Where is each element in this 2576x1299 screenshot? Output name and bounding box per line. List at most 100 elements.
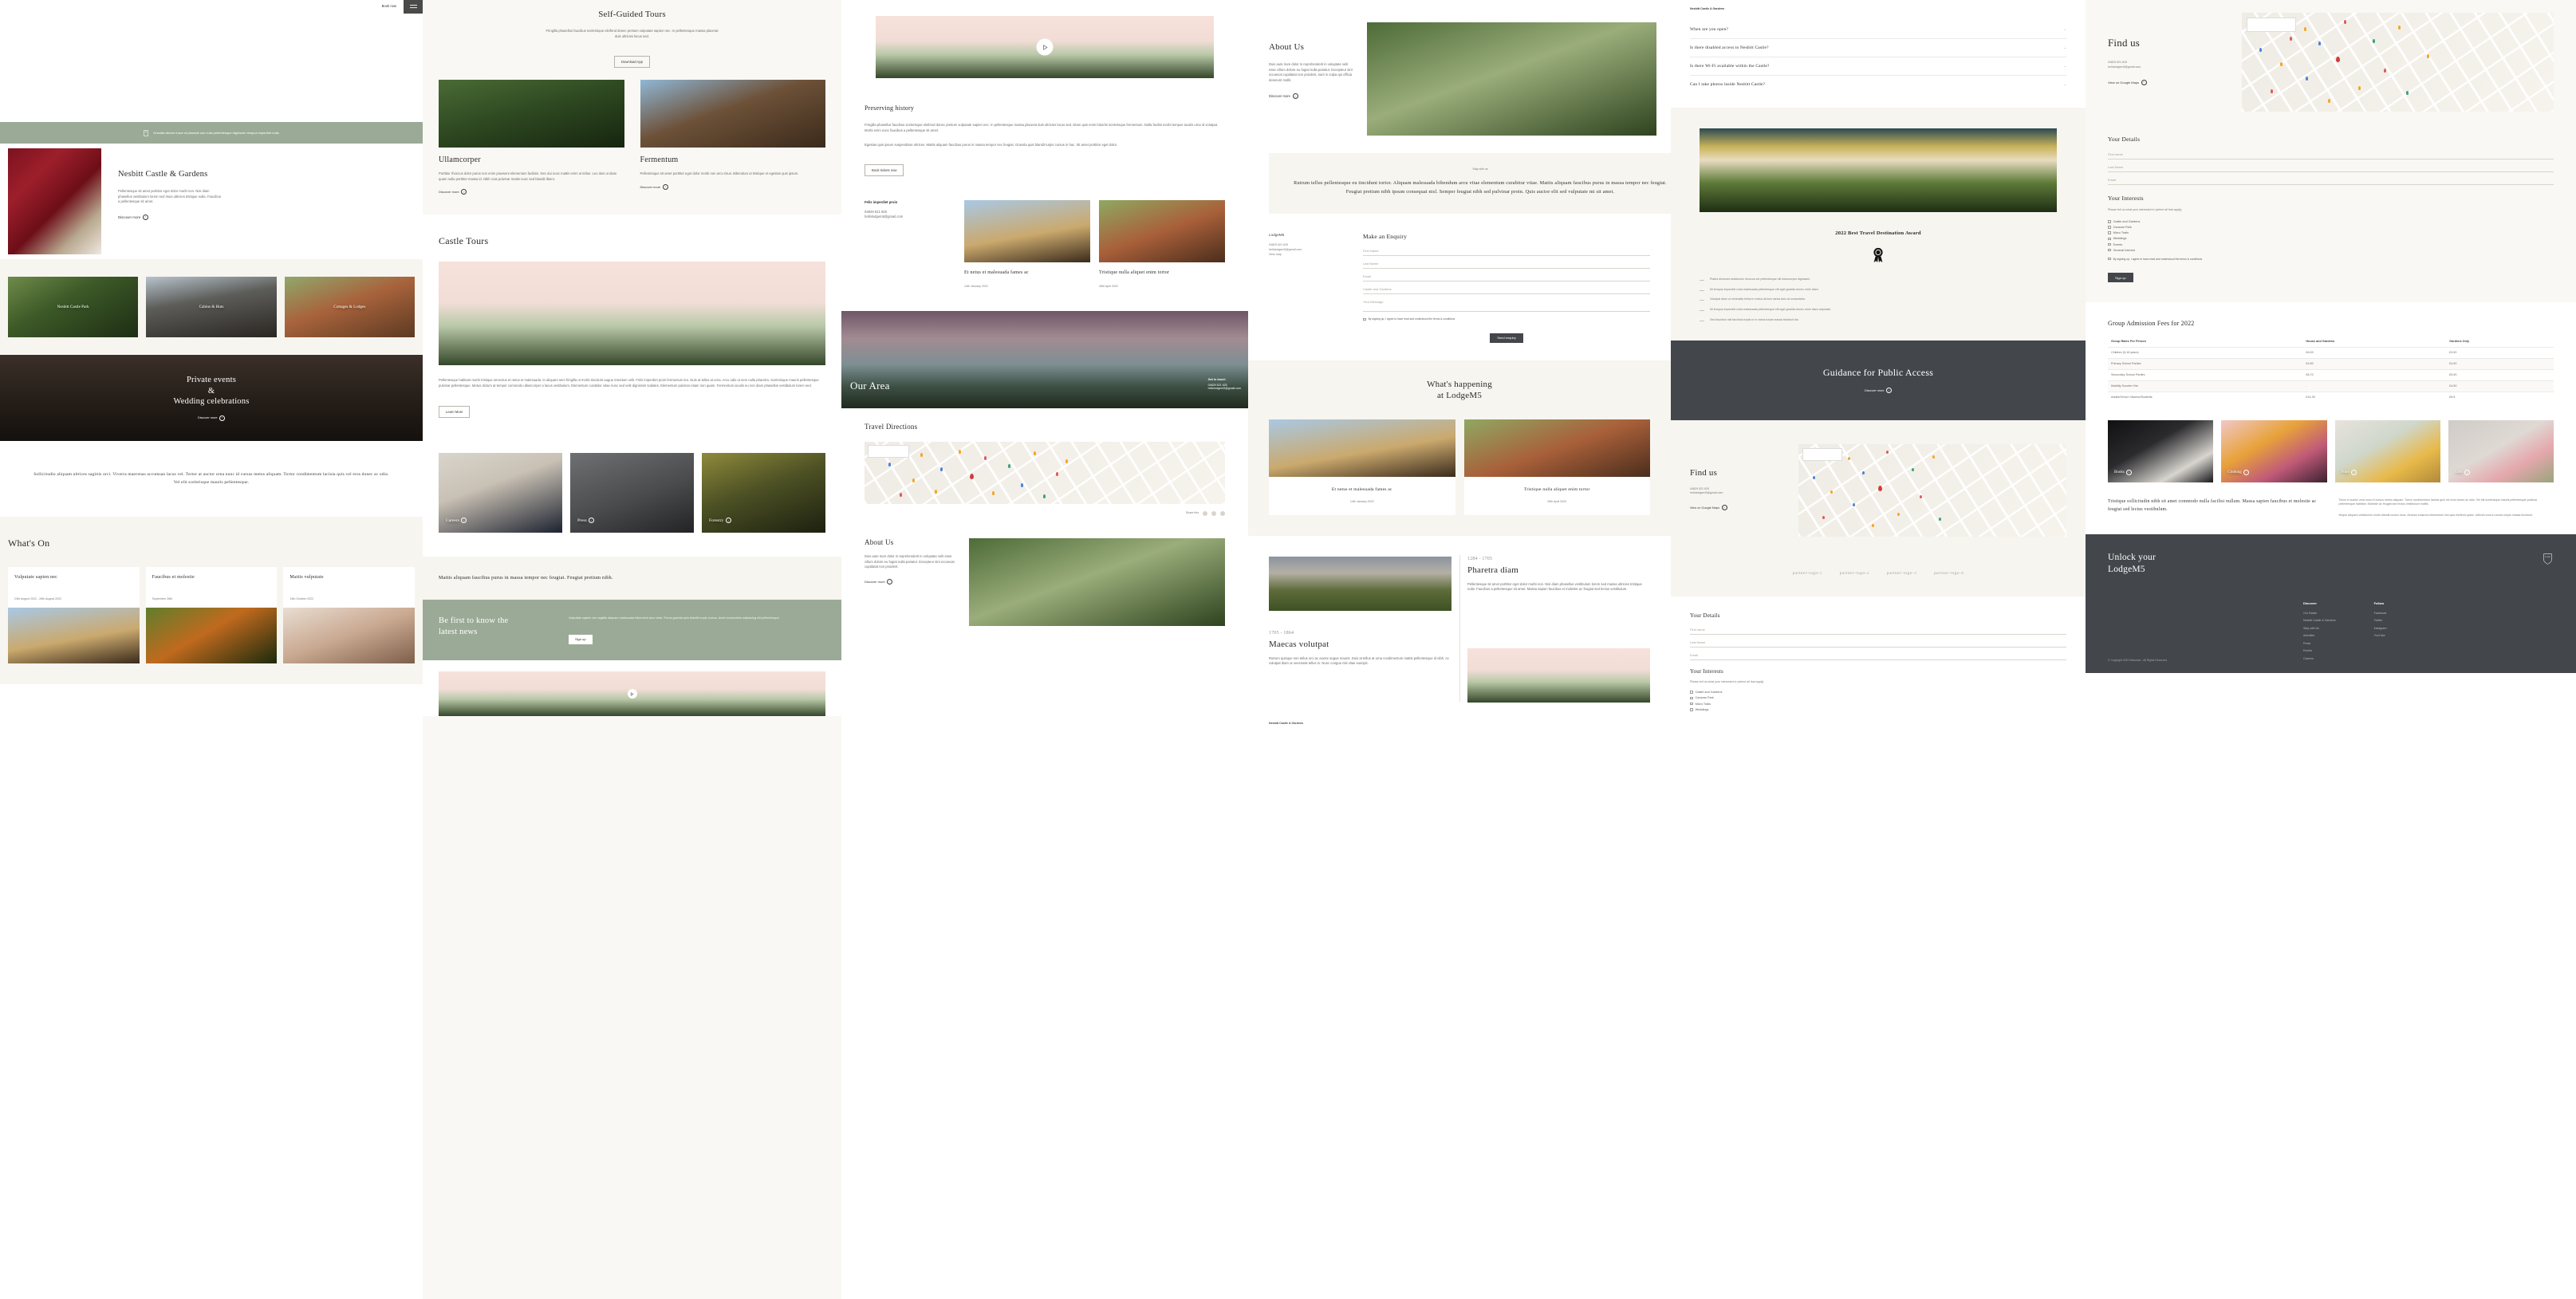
checkbox[interactable] (2108, 248, 2111, 252)
first-name-field[interactable]: First name (1690, 628, 2066, 635)
interest-option[interactable]: General Interest (2108, 249, 2554, 252)
happening-card[interactable]: Tristique nulla aliquet enim tortor 26th… (1463, 419, 1650, 515)
footer-link[interactable]: Activities (2303, 634, 2336, 637)
newsletter-signup-button[interactable]: Sign up (569, 634, 593, 644)
checkbox[interactable] (1690, 708, 1693, 711)
faq-item[interactable]: Is there disabled access to Nesbitt Cast… (1690, 39, 2066, 57)
find-us-email[interactable]: hellolodgem5@gmail.com (2108, 65, 2227, 70)
tile-books[interactable]: Books › (2108, 419, 2214, 482)
footer-link[interactable]: Our Estate (2303, 612, 2336, 615)
footer-link[interactable]: Careers (2303, 657, 2336, 660)
find-us-map-link[interactable]: View on Google Maps (1690, 506, 1719, 510)
google-map[interactable] (2242, 13, 2554, 112)
intro-link-label[interactable]: Discover more (118, 215, 140, 219)
video-thumbnail[interactable] (439, 671, 825, 717)
send-enquiry-button[interactable]: Send enquiry (1490, 333, 1523, 343)
checkbox[interactable] (1690, 696, 1693, 700)
checkbox[interactable] (2108, 226, 2111, 229)
faq-item[interactable]: When are you open? ⌄ (1690, 21, 2066, 39)
tile-careers[interactable]: Careers › (439, 453, 562, 533)
faq-item[interactable]: Is there Wi-Fi available within the Cast… (1690, 57, 2066, 76)
faq-item[interactable]: Can I take photos inside Nesbitt Castle?… (1690, 76, 2066, 93)
interest-option[interactable]: Castle and Gardens (2108, 220, 2554, 223)
event-card[interactable]: Vulputate sapien nec 23th August 2022 - … (8, 567, 140, 663)
about-link[interactable]: Discover more (1269, 94, 1290, 98)
tile-nesbitt-castle-park[interactable]: Nesbitt Castle Park (8, 277, 139, 337)
learn-more-button[interactable]: Learn More (439, 406, 471, 418)
news-card[interactable]: Et netus et malesuada fames ac 14th Janu… (964, 199, 1090, 289)
tile-gifts[interactable]: Gifts › (2448, 419, 2554, 482)
find-us-email[interactable]: hellolodgem5@gmail.com (1690, 491, 1786, 496)
book-tickets-button[interactable]: Book tickets now (865, 163, 904, 176)
events-link-label[interactable]: Discover more (198, 416, 217, 419)
footer-link[interactable]: Instagram (2374, 627, 2387, 630)
happening-card[interactable]: Et netus et malesuada fames ac 14th Janu… (1269, 419, 1455, 515)
tile-forestry[interactable]: Forestry › (702, 453, 825, 533)
email-field[interactable]: Email (1690, 653, 2066, 660)
play-icon[interactable] (627, 689, 637, 699)
interest-option[interactable]: Micro Trails (2108, 231, 2554, 234)
google-map[interactable] (1798, 443, 2066, 537)
interest-option[interactable]: Caravan Park (1690, 696, 2066, 699)
about-bottom-link[interactable]: Discover more (865, 580, 885, 584)
checkbox[interactable] (1690, 691, 1693, 695)
footer-link[interactable]: YouTube (2374, 634, 2387, 637)
last-name-field[interactable]: Last Name (1690, 640, 2066, 648)
video-thumbnail[interactable] (876, 16, 1214, 78)
checkbox[interactable] (2108, 219, 2111, 223)
contact-email[interactable]: hellolodgem5@gmail.com (865, 215, 948, 220)
strapline-section: Mattis aliquam faucibus purus in massa t… (423, 557, 841, 600)
book-now-button[interactable]: Book now (374, 0, 404, 12)
interest-option[interactable]: Events (2108, 243, 2554, 246)
footer-link[interactable]: Facebook (2374, 612, 2387, 615)
last-name-field[interactable]: Last Name (1363, 262, 1650, 270)
signup-button[interactable]: Sign up (2108, 273, 2133, 283)
last-name-field[interactable]: Last Name (2108, 165, 2554, 172)
download-app-button[interactable]: Download App (613, 56, 650, 68)
subject-select[interactable]: Castle and Gardens (1363, 287, 1650, 295)
tile-press[interactable]: Press › (570, 453, 694, 533)
our-area-email[interactable]: hellolodgem5@gmail.com (1208, 387, 1241, 390)
interest-option[interactable]: Micro Trails (1690, 703, 2066, 706)
interest-option[interactable]: Weddings (2108, 237, 2554, 240)
first-name-field[interactable]: First Name (1363, 249, 1650, 257)
checkbox[interactable] (2108, 242, 2111, 246)
news-card[interactable]: Tristique nulla aliquet enim tortor 26th… (1099, 199, 1225, 289)
tour-card-link[interactable]: Discover more (439, 190, 459, 194)
first-name-field[interactable]: First name (2108, 152, 2554, 159)
checkbox[interactable] (2108, 231, 2111, 234)
tour-card[interactable]: Fermentum Pellentesque sit amet porttito… (640, 80, 825, 197)
hero-cta-label[interactable]: Discover Nesbitt Castle (17, 109, 53, 113)
footer-link[interactable]: Nesbitt Castle & Gardens (2303, 619, 2336, 622)
tile-food[interactable]: Food › (2334, 419, 2440, 482)
hamburger-menu-icon[interactable] (404, 0, 423, 14)
event-card[interactable]: Faucibus et molestie September 28th (145, 567, 278, 663)
footer-link[interactable]: Press (2303, 642, 2336, 645)
event-card[interactable]: Mattis vulputate 14th October 2022 (283, 567, 416, 663)
email-field[interactable]: Email (1363, 274, 1650, 282)
interest-option[interactable]: Caravan Park (2108, 226, 2554, 229)
tile-clothing[interactable]: Clothing › (2221, 419, 2327, 482)
tile-cabins-and-huts[interactable]: Cabins & Huts (146, 277, 277, 337)
footer-link[interactable]: Twitter (2374, 619, 2387, 622)
checkbox[interactable] (2108, 237, 2111, 241)
play-icon[interactable] (1036, 38, 1054, 56)
consent-checkbox[interactable] (1363, 317, 1366, 321)
tile-cottages-and-lodges[interactable]: Cottages & Lodges (284, 277, 415, 337)
message-field[interactable]: Your Message (1363, 300, 1650, 313)
checkbox[interactable] (1690, 702, 1693, 706)
email-field[interactable]: Email (2108, 178, 2554, 185)
find-us-map-link[interactable]: View on Google Maps (2108, 81, 2139, 85)
footer-link[interactable]: Stay with Us (2303, 627, 2336, 630)
site-logo[interactable]: LodgeM5 (8, 2, 36, 10)
interest-option[interactable]: Weddings (1690, 708, 2066, 711)
footer-link[interactable]: Events (2303, 649, 2336, 652)
tour-card[interactable]: Ullamcorper Porttitor rhoncus dolor puru… (439, 80, 624, 197)
enquiry-view-map[interactable]: View map (1269, 253, 1349, 258)
tour-card-link[interactable]: Discover more (640, 185, 661, 189)
consent-option[interactable]: By signing up, I agree to have read and … (2108, 258, 2554, 261)
interest-option[interactable]: Castle and Gardens (1690, 691, 2066, 694)
consent-checkbox[interactable] (2108, 257, 2111, 261)
guidance-link[interactable]: Discover more (1865, 389, 1884, 392)
google-map[interactable] (865, 442, 1225, 505)
